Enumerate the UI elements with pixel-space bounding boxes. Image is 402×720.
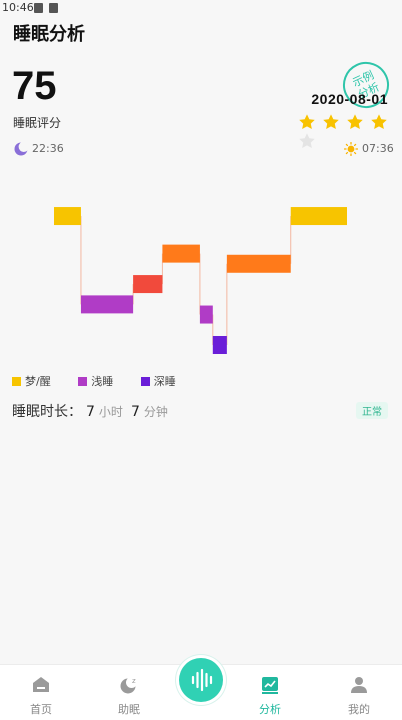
stage-segment-5 [212,336,227,354]
tab-home[interactable]: 首页 [11,665,71,720]
moon-icon [14,141,29,156]
chart-icon [262,677,278,694]
legend-item-dream: 梦/醒 [12,373,51,389]
stage-segment-7 [290,207,347,226]
star-icon [299,133,315,149]
wake-time: 07:36 [343,141,394,157]
person-icon [351,677,367,693]
stage-segment-4 [199,305,213,324]
star-icon [299,114,315,130]
stage-segment-0 [54,207,81,226]
duration-minutes: 7 [130,404,140,420]
star-icon [323,114,339,130]
sun-icon [343,141,359,157]
sleep-score: 75 [12,64,57,108]
status-time: 10:46 [2,1,34,14]
tab-analysis[interactable]: 分析 [240,665,300,720]
legend-item-deep: 深睡 [140,373,176,389]
stage-segment-6 [226,254,291,273]
sleep-duration: 睡眠时长： 7 小时 7 分钟 [12,404,168,420]
chart-legend: 梦/醒 浅睡 深睡 [12,373,200,389]
center-sound-button[interactable] [179,658,223,702]
sound-wave-icon [191,668,213,692]
tab-sleep-aid[interactable]: z 助眠 [99,665,159,720]
page-title: 睡眠分析 [13,24,85,45]
duration-hours: 7 [86,404,95,420]
status-badge: 正常 [356,402,388,419]
sleep-score-label: 睡眠评分 [13,116,62,130]
star-icon [347,114,363,130]
star-rating [298,113,402,149]
home-icon [33,677,49,692]
status-bar: 10:46 [0,0,402,16]
bedtime: 22:36 [14,141,64,157]
notification-icon [34,3,43,13]
sim-icon [49,3,58,13]
moon-zz-icon: z [120,677,137,694]
stage-segment-3 [162,244,200,263]
legend-item-light: 浅睡 [78,373,113,389]
tab-profile[interactable]: 我的 [329,665,389,720]
sleep-stage-chart [54,207,347,354]
stage-segment-2 [133,275,163,294]
star-icon [371,114,388,130]
stage-segment-1 [80,295,134,314]
sleep-date: 2020-08-01 [311,91,388,107]
svg-text:z: z [132,677,136,685]
